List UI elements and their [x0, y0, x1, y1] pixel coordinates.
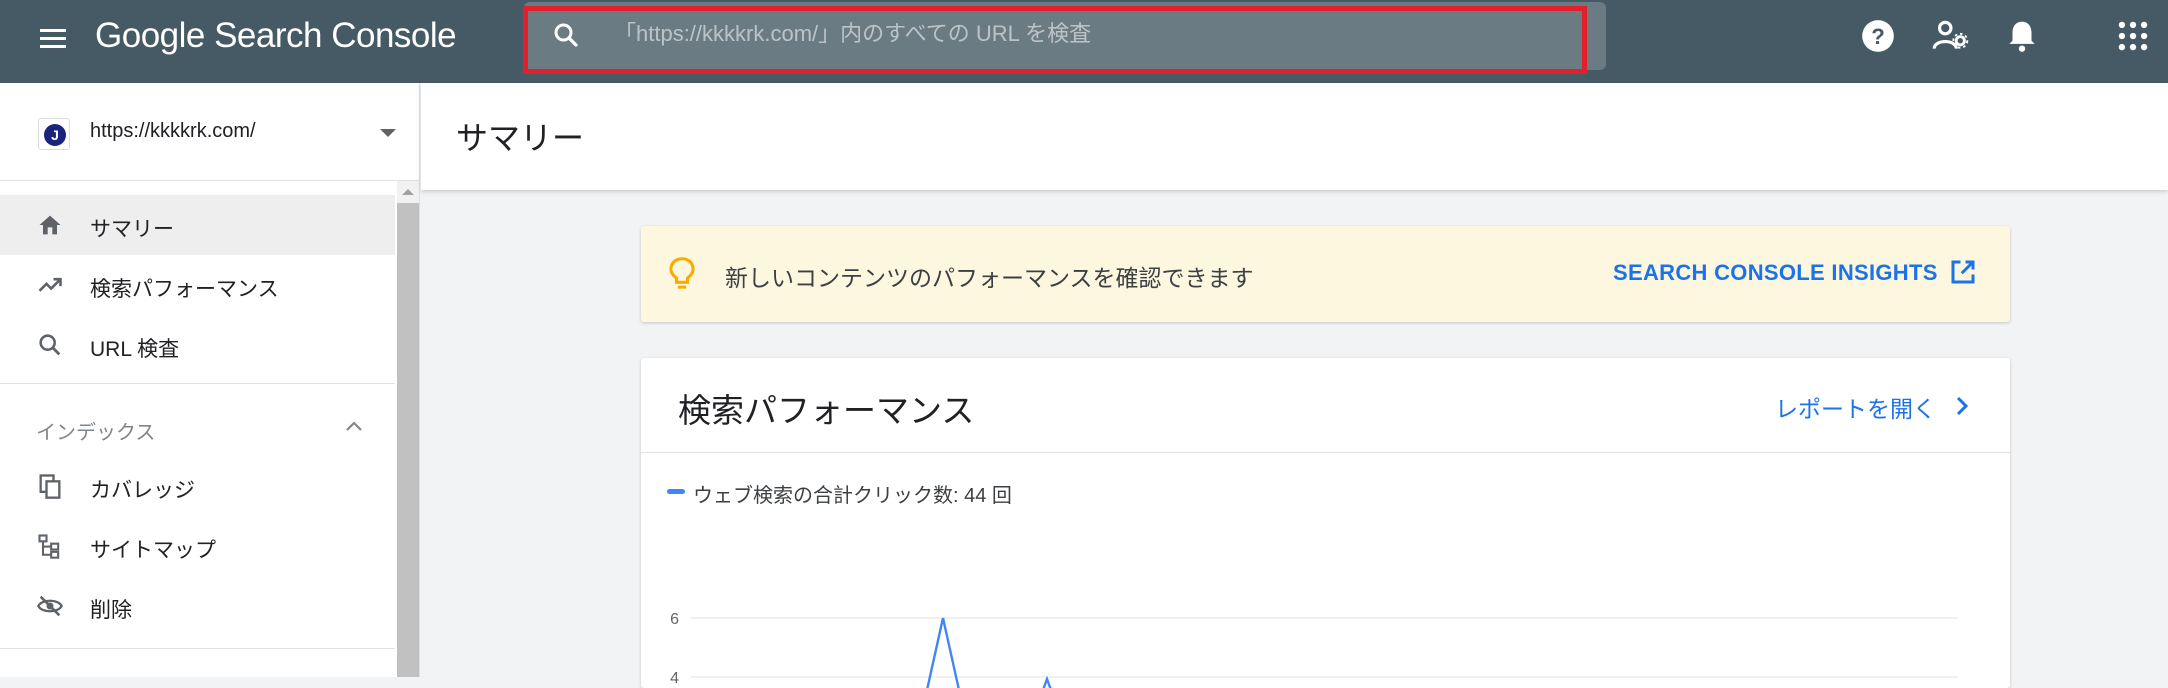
search-console-insights-link[interactable]: SEARCH CONSOLE INSIGHTS [1613, 260, 1938, 286]
sitemap-icon [38, 534, 60, 559]
sidebar-item-search-performance[interactable]: 検索パフォーマンス [0, 255, 395, 315]
open-in-new-icon[interactable] [1948, 257, 1978, 287]
sidebar-item-coverage[interactable]: カバレッジ [0, 456, 395, 516]
property-selector[interactable]: J https://kkkkrk.com/ [0, 83, 420, 181]
chevron-right-icon[interactable] [1951, 393, 1973, 419]
sidebar-item-label: 検索パフォーマンス [90, 278, 279, 301]
sidebar-scrollbar-thumb[interactable] [397, 203, 419, 677]
sidebar-item-label: 削除 [90, 599, 132, 622]
scroll-up-arrow-icon[interactable] [402, 189, 414, 195]
page-header: サマリー [421, 83, 2168, 190]
sidebar-item-label: URL 検査 [90, 338, 180, 361]
clicks-line-chart: 64 [670, 611, 1958, 688]
insights-message: 新しいコンテンツのパフォーマンスを確認できます [725, 265, 1254, 291]
app-logo[interactable]: Google Search Console [95, 16, 457, 56]
notifications-icon[interactable] [2003, 17, 2041, 55]
section-header-index[interactable]: インデックス [0, 396, 395, 456]
manage-users-icon[interactable] [1931, 17, 1969, 55]
coverage-icon [39, 474, 61, 499]
menu-icon[interactable] [36, 22, 70, 56]
sidebar-item-label: サイトマップ [90, 539, 216, 562]
divider [641, 452, 2010, 453]
apps-grid-icon[interactable] [2114, 17, 2152, 55]
performance-card-title: 検索パフォーマンス [678, 392, 975, 429]
sidebar-item-label: サマリー [90, 218, 174, 241]
insights-banner: 新しいコンテンツのパフォーマンスを確認できます SEARCH CONSOLE I… [641, 226, 2010, 322]
y-tick-label: 4 [670, 670, 679, 687]
property-favicon: J [38, 118, 70, 150]
performance-card: 検索パフォーマンス レポートを開く ウェブ検索の合計クリック数: 44 回 64 [641, 358, 2010, 688]
help-icon[interactable]: ? [1859, 17, 1897, 55]
home-icon [39, 215, 61, 235]
sidebar-item-summary[interactable]: サマリー [0, 195, 395, 255]
sidebar-item-label: カバレッジ [90, 479, 195, 502]
search-icon [39, 334, 61, 356]
page-title: サマリー [456, 120, 585, 156]
divider [0, 648, 395, 649]
sidebar: J https://kkkkrk.com/ サマリー 検索パフォーマンス URL… [0, 83, 420, 677]
open-report-link[interactable]: レポートを開く [1775, 390, 1936, 424]
y-tick-label: 6 [670, 611, 679, 628]
sidebar-item-removals[interactable]: 削除 [0, 576, 395, 636]
series-line-clicks [1042, 675, 1052, 688]
chevron-up-icon[interactable] [343, 418, 365, 434]
dropdown-arrow-icon[interactable] [380, 129, 396, 137]
lightbulb-icon [669, 257, 695, 289]
svg-text:?: ? [1871, 24, 1885, 49]
divider [0, 383, 395, 384]
removals-icon [37, 595, 63, 617]
property-url: https://kkkkrk.com/ [90, 120, 256, 142]
sidebar-item-url-inspection[interactable]: URL 検査 [0, 315, 395, 375]
search-icon [554, 23, 578, 47]
trending-up-icon [38, 277, 62, 292]
sidebar-item-sitemaps[interactable]: サイトマップ [0, 516, 395, 576]
section-label: インデックス [36, 422, 156, 444]
url-inspection-input[interactable] [614, 16, 1554, 52]
